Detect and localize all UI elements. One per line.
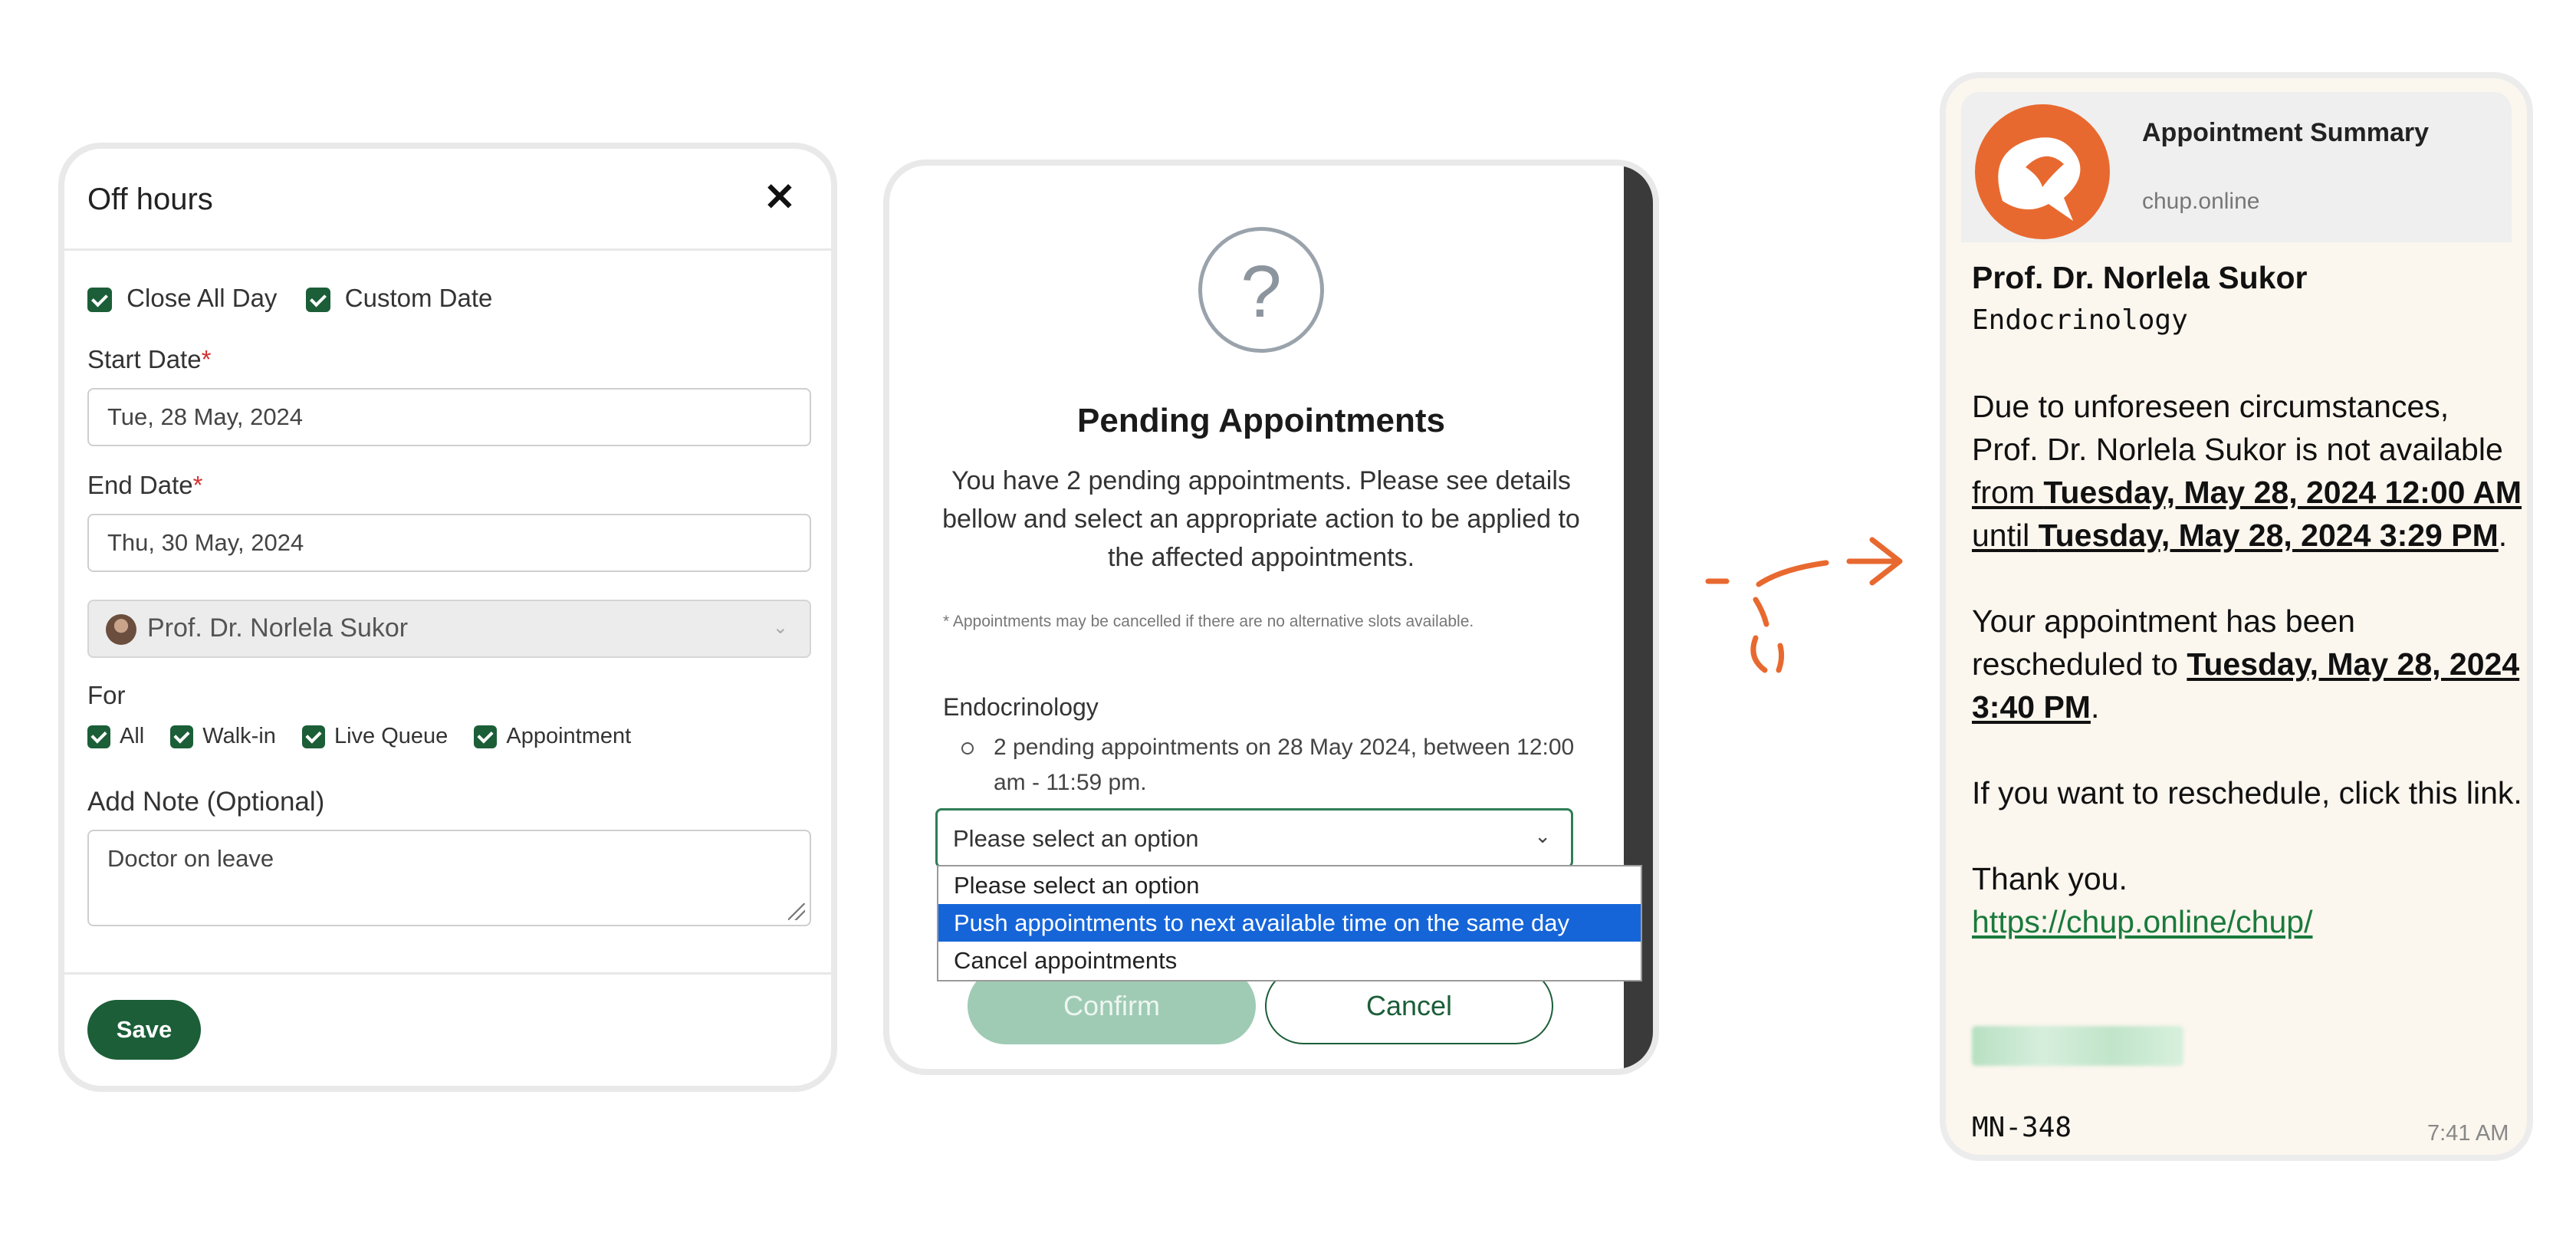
for-label: For [87, 681, 126, 709]
doctor-select[interactable]: Prof. Dr. Norlela Sukor ⌄ [87, 600, 811, 658]
custom-date-checkbox[interactable]: Custom Date [305, 284, 493, 313]
checkbox-checked-icon [170, 725, 194, 749]
footnote: * Appointments may be cancelled if there… [943, 613, 1474, 630]
message-text: until [1972, 518, 2039, 553]
checkbox-checked-icon [87, 725, 110, 749]
dialog-description: You have 2 pending appointments. Please … [942, 466, 1580, 572]
message-text: Due to unforeseen circumstances, Prof. D… [1972, 389, 2503, 467]
required-mark: * [192, 471, 203, 499]
checkbox-checked-icon [301, 725, 325, 749]
message-body: Prof. Dr. Norlela Sukor Endocrinology Du… [1972, 256, 2522, 943]
required-mark: * [201, 345, 212, 373]
message-text: . [2498, 518, 2508, 553]
for-live-queue-checkbox[interactable]: Live Queue [301, 724, 449, 749]
option-push-appointments[interactable]: Push appointments to next available time… [938, 904, 1641, 942]
note-label: Add Note (Optional) [87, 787, 325, 817]
select-value: Please select an option [953, 825, 1199, 852]
resize-handle-icon[interactable] [788, 903, 805, 920]
start-date-label: Start Date* [87, 345, 211, 374]
close-icon[interactable]: ✕ [764, 175, 796, 219]
off-hours-dialog: Off hours ✕ Close All Day Custom Date St… [58, 143, 837, 1092]
divider [64, 972, 831, 975]
message-paragraph: Due to unforeseen circumstances, Prof. D… [1972, 385, 2522, 557]
save-button[interactable]: Save [87, 1000, 201, 1060]
message-timestamp: 7:41 AM [2427, 1121, 2509, 1146]
redacted-link [1972, 1026, 2183, 1066]
for-option-label: Live Queue [334, 724, 449, 748]
for-option-label: All [120, 724, 145, 748]
message-bubble: Appointment Summary chup.online Prof. Dr… [1940, 72, 2533, 1161]
note-textarea[interactable]: Doctor on leave [87, 830, 811, 926]
for-options: All Walk-in Live Queue Appointment [87, 724, 631, 749]
for-option-label: Appointment [506, 724, 632, 748]
chup-logo-icon [1975, 104, 2110, 239]
flow-arrow-icon [1705, 537, 1903, 673]
department-heading: Endocrinology [943, 693, 1099, 721]
date-mode-options: Close All Day Custom Date [87, 284, 492, 313]
question-icon: ? [1198, 227, 1324, 353]
chevron-down-icon: ⌄ [772, 617, 788, 638]
end-date-label-text: End Date [87, 471, 193, 499]
dialog-title: Off hours [87, 182, 213, 216]
doctor-name: Prof. Dr. Norlela Sukor [1972, 260, 2308, 295]
list-item-text: 2 pending appointments on 28 May 2024, b… [994, 735, 1575, 795]
chevron-down-icon: ⌄ [1534, 824, 1551, 847]
action-select[interactable]: Please select an option ⌄ [935, 808, 1573, 868]
message-text: . [2090, 689, 2100, 725]
close-all-day-label: Close All Day [127, 284, 278, 312]
end-date-label: End Date* [87, 471, 202, 500]
link-preview-domain: chup.online [2142, 189, 2260, 214]
checkbox-checked-icon [87, 288, 112, 313]
message-paragraph: Your appointment has been rescheduled to… [1972, 600, 2522, 728]
reschedule-link[interactable]: https://chup.online/chup/ [1972, 900, 2522, 943]
from-date: Tuesday, May 28, 2024 12:00 AM [2043, 475, 2522, 510]
until-date: Tuesday, May 28, 2024 3:29 PM [2038, 518, 2499, 553]
for-appointment-checkbox[interactable]: Appointment [474, 724, 632, 749]
checkbox-checked-icon [474, 725, 498, 749]
option-placeholder[interactable]: Please select an option [938, 866, 1641, 904]
department: Endocrinology [1972, 304, 2188, 336]
for-walk-in-checkbox[interactable]: Walk-in [170, 724, 276, 749]
for-option-label: Walk-in [202, 724, 276, 748]
bullet-icon [961, 742, 974, 755]
note-value: Doctor on leave [107, 845, 274, 872]
option-cancel-appointments[interactable]: Cancel appointments [938, 942, 1641, 979]
checkbox-checked-icon [305, 288, 330, 313]
doctor-name: Prof. Dr. Norlela Sukor [147, 613, 409, 643]
for-all-checkbox[interactable]: All [87, 724, 145, 749]
action-select-options: Please select an option Push appointment… [937, 865, 1642, 981]
end-date-input[interactable]: Thu, 30 May, 2024 [87, 514, 811, 572]
dialog-title: Pending Appointments [1077, 402, 1445, 439]
close-all-day-checkbox[interactable]: Close All Day [87, 284, 278, 313]
message-code: MN-348 [1972, 1112, 2072, 1143]
list-item: 2 pending appointments on 28 May 2024, b… [961, 730, 1575, 801]
link-preview-title: Appointment Summary [2142, 118, 2430, 147]
message-paragraph: Thank you. [1972, 861, 2128, 896]
custom-date-label: Custom Date [344, 284, 493, 312]
message-paragraph: If you want to reschedule, click this li… [1972, 775, 2522, 810]
avatar [106, 614, 136, 646]
start-date-label-text: Start Date [87, 345, 202, 373]
divider [64, 248, 831, 251]
start-date-input[interactable]: Tue, 28 May, 2024 [87, 388, 811, 446]
message-text: from [1972, 475, 2044, 510]
